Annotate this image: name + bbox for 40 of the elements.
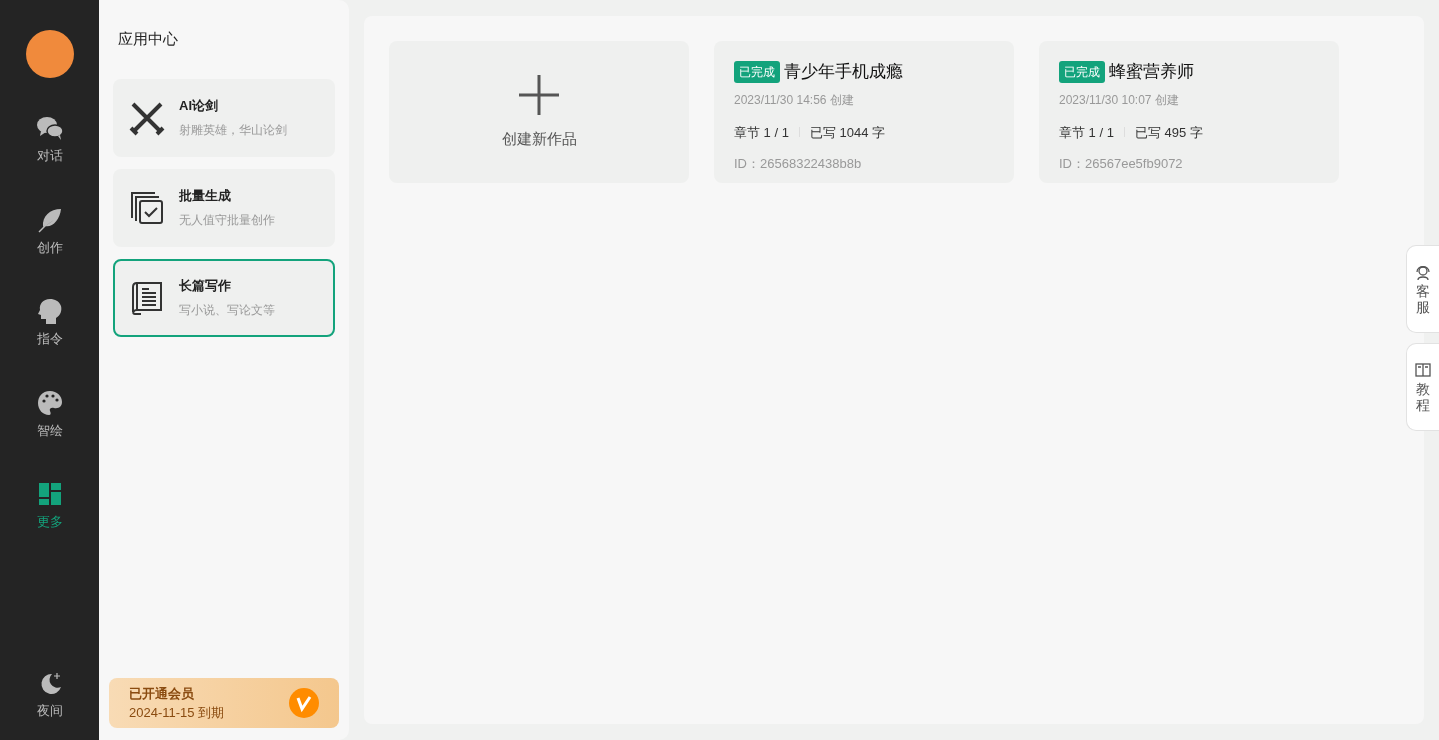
head-profile-icon bbox=[35, 297, 64, 325]
work-id: ID：26568322438b8b bbox=[734, 155, 863, 173]
document-scroll-icon bbox=[129, 279, 165, 316]
created-time: 2023/11/30 10:07 创建 bbox=[1059, 91, 1180, 109]
word-count: 已写 1044 字 bbox=[809, 123, 886, 142]
status-badge: 已完成 bbox=[734, 60, 780, 83]
vip-badge-icon bbox=[289, 688, 319, 718]
chapter-count: 章节 1 / 1 bbox=[1059, 123, 1114, 142]
nav-tab[interactable]: 智绘 bbox=[19, 388, 80, 440]
work-card[interactable]: 已完成 蜂蜜营养师 2023/11/30 10:07 创建 章节 1 / 1 已写 495 字 ID：26567ee5fb9072 bbox=[1039, 41, 1339, 183]
nav-tab[interactable]: 更多 bbox=[19, 480, 80, 532]
app-card[interactable]: AI论剑 射雕英雄，华山论剑 bbox=[113, 78, 335, 157]
palette-icon bbox=[35, 388, 64, 417]
side-tab[interactable]: 客服 bbox=[1406, 245, 1439, 333]
nav-tab[interactable]: 对话 bbox=[19, 114, 80, 166]
word-count: 已写 495 字 bbox=[1134, 123, 1203, 142]
work-title: 青少年手机成瘾 bbox=[784, 61, 903, 83]
nav-tab[interactable]: 指令 bbox=[19, 297, 80, 349]
stacked-pages-check-icon bbox=[129, 189, 165, 226]
chapter-count: 章节 1 / 1 bbox=[734, 123, 789, 142]
work-id: ID：26567ee5fb9072 bbox=[1059, 155, 1184, 173]
nav-tab[interactable]: 创作 bbox=[19, 205, 80, 257]
avatar[interactable] bbox=[25, 30, 74, 78]
create-work-card[interactable]: 创建新作品 bbox=[389, 41, 689, 183]
chat-icon bbox=[35, 114, 64, 142]
work-card[interactable]: 已完成 青少年手机成瘾 2023/11/30 14:56 创建 章节 1 / 1 已写 1044 字 ID：26568322438b8b bbox=[714, 41, 1014, 183]
membership-banner[interactable]: 已开通会员 2024-11-15 到期 bbox=[109, 678, 339, 728]
plus-icon bbox=[518, 73, 560, 116]
app-card[interactable]: 批量生成 无人值守批量创作 bbox=[113, 168, 335, 247]
panel-title: 应用中心 bbox=[118, 29, 179, 49]
membership-expiry: 2024-11-15 到期 bbox=[129, 704, 226, 722]
status-badge: 已完成 bbox=[1059, 60, 1105, 83]
open-book-icon bbox=[1414, 361, 1432, 380]
night-mode-button[interactable]: 夜间 bbox=[19, 668, 80, 720]
side-tab[interactable]: 教程 bbox=[1406, 343, 1439, 431]
created-time: 2023/11/30 14:56 创建 bbox=[734, 91, 855, 109]
headset-icon bbox=[1414, 263, 1432, 282]
membership-title: 已开通会员 bbox=[129, 684, 195, 703]
app-card[interactable]: 长篇写作 写小说、写论文等 bbox=[113, 258, 335, 337]
work-title: 蜂蜜营养师 bbox=[1109, 61, 1194, 83]
